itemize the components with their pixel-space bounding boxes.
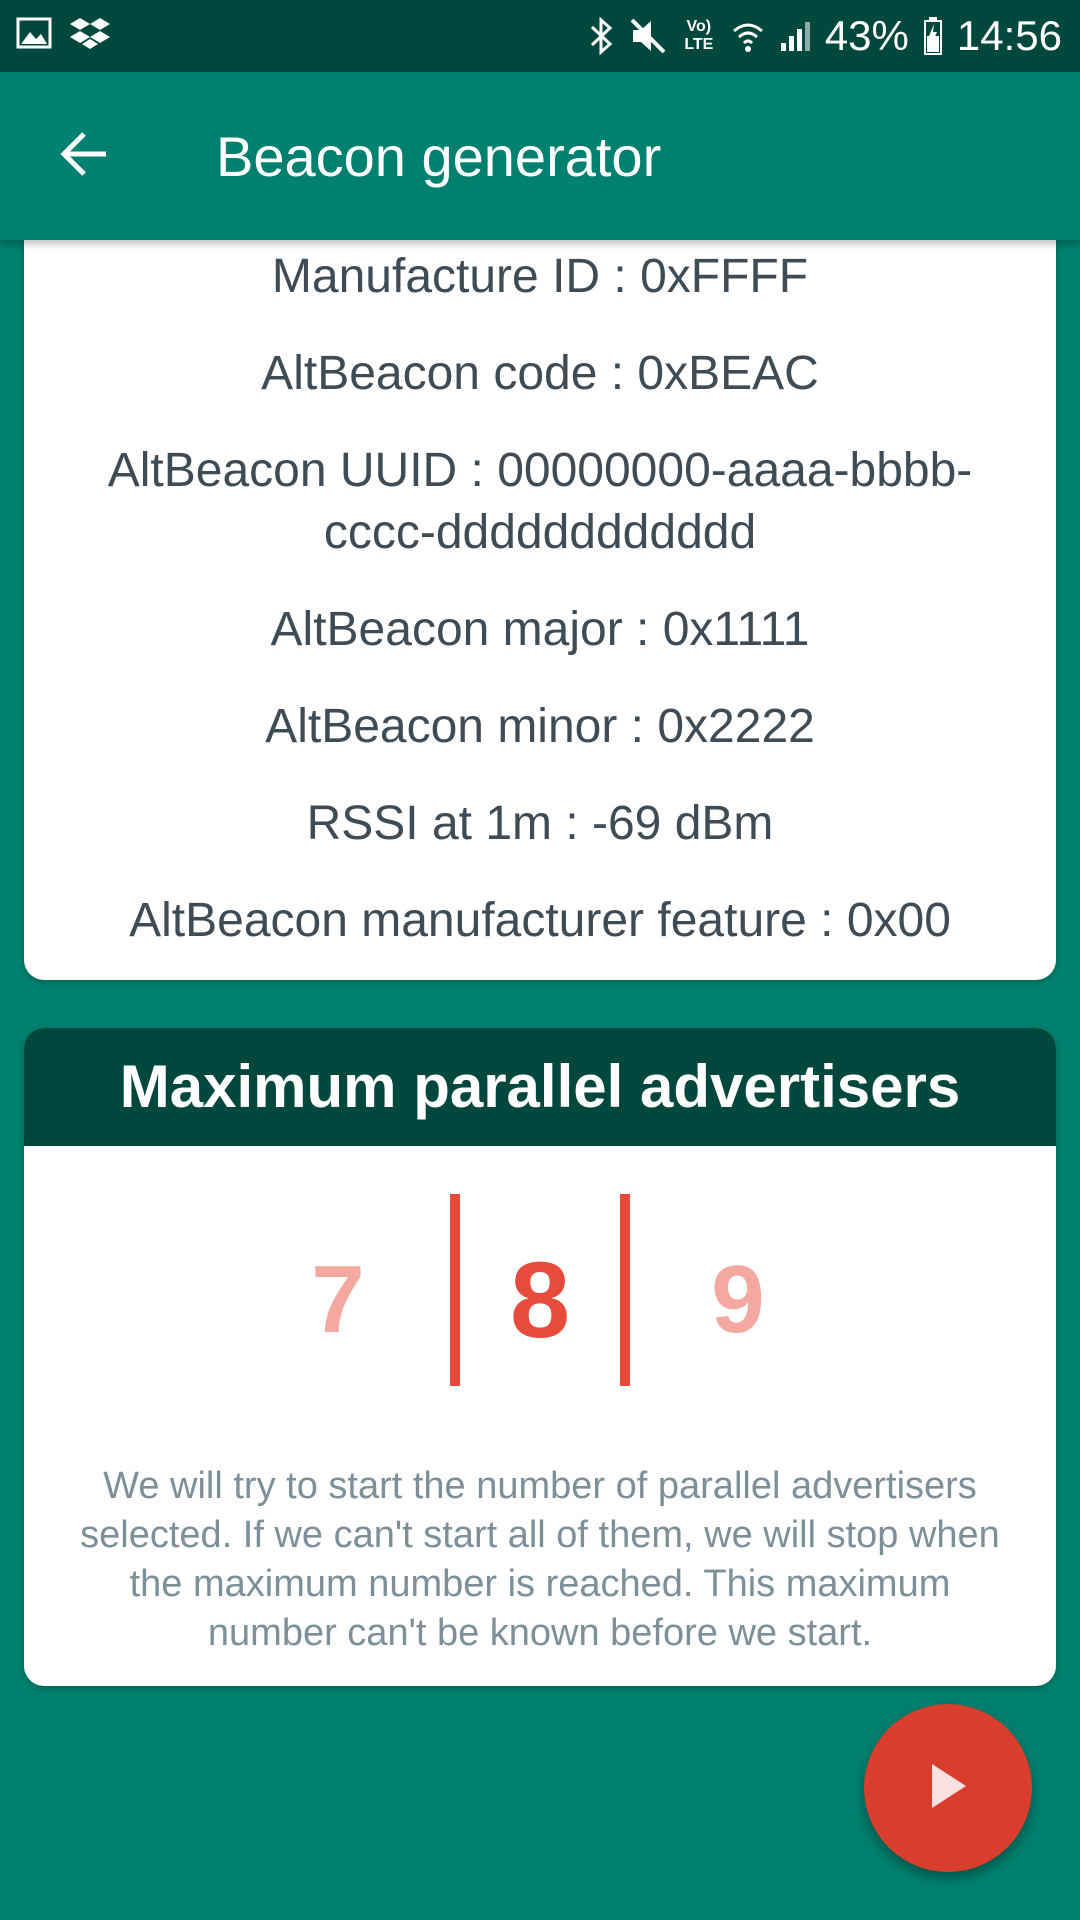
status-notifications xyxy=(16,16,110,55)
beacon-major-text: AltBeacon major : 0x1111 xyxy=(270,603,810,656)
page-title: Beacon generator xyxy=(216,125,662,188)
mute-icon xyxy=(629,17,667,55)
beacon-info-card: Manufacture ID : 0xFFFF AltBeacon code :… xyxy=(24,210,1056,980)
back-button[interactable] xyxy=(44,116,124,196)
arrow-back-icon xyxy=(58,130,110,183)
card-title: Maximum parallel advertisers xyxy=(119,1053,961,1120)
rssi-text: RSSI at 1m : -69 dBm xyxy=(306,797,774,850)
manufacture-id-text: Manufacture ID : 0xFFFF xyxy=(271,250,809,303)
start-advertising-button[interactable] xyxy=(864,1704,1032,1872)
picker-option-next[interactable]: 9 xyxy=(678,1250,798,1350)
description-line: number can't be known before we start. xyxy=(207,1612,873,1654)
description-line: We will try to start the number of paral… xyxy=(103,1465,977,1507)
app-bar: Beacon generator xyxy=(0,72,1080,240)
description-line: selected. If we can't start all of them,… xyxy=(80,1514,1000,1556)
battery-icon xyxy=(923,16,943,56)
beacon-code-text: AltBeacon code : 0xBEAC xyxy=(261,347,819,400)
bluetooth-icon xyxy=(589,16,615,56)
advertisers-description: We will try to start the number of paral… xyxy=(24,1462,1056,1658)
play-icon xyxy=(926,1760,970,1817)
status-indicators: Vo) LTE 43% 14:56 xyxy=(589,0,1062,72)
dropbox-icon xyxy=(70,16,110,55)
image-icon xyxy=(16,17,52,54)
beacon-minor-text: AltBeacon minor : 0x2222 xyxy=(265,700,815,753)
picker-option-selected[interactable]: 8 xyxy=(480,1246,600,1354)
description-line: the maximum number is reached. This maxi… xyxy=(129,1563,951,1605)
manufacturer-feature-text: AltBeacon manufacturer feature : 0x00 xyxy=(129,894,951,947)
signal-icon xyxy=(779,19,811,53)
volte-icon: Vo) LTE xyxy=(684,18,714,53)
picker-divider-right xyxy=(620,1194,630,1386)
battery-percent: 43% xyxy=(824,12,909,59)
clock: 14:56 xyxy=(956,12,1062,59)
status-bar: Vo) LTE 43% 14:56 xyxy=(0,0,1080,72)
picker-option-previous[interactable]: 7 xyxy=(278,1250,398,1350)
card-header: Maximum parallel advertisers xyxy=(24,1028,1056,1146)
wifi-icon xyxy=(731,19,765,53)
picker-divider-left xyxy=(450,1194,460,1386)
beacon-uuid-text-continued: cccc-dddddddddddd xyxy=(323,506,757,559)
beacon-uuid-text: AltBeacon UUID : 00000000-aaaa-bbbb- xyxy=(107,444,973,497)
